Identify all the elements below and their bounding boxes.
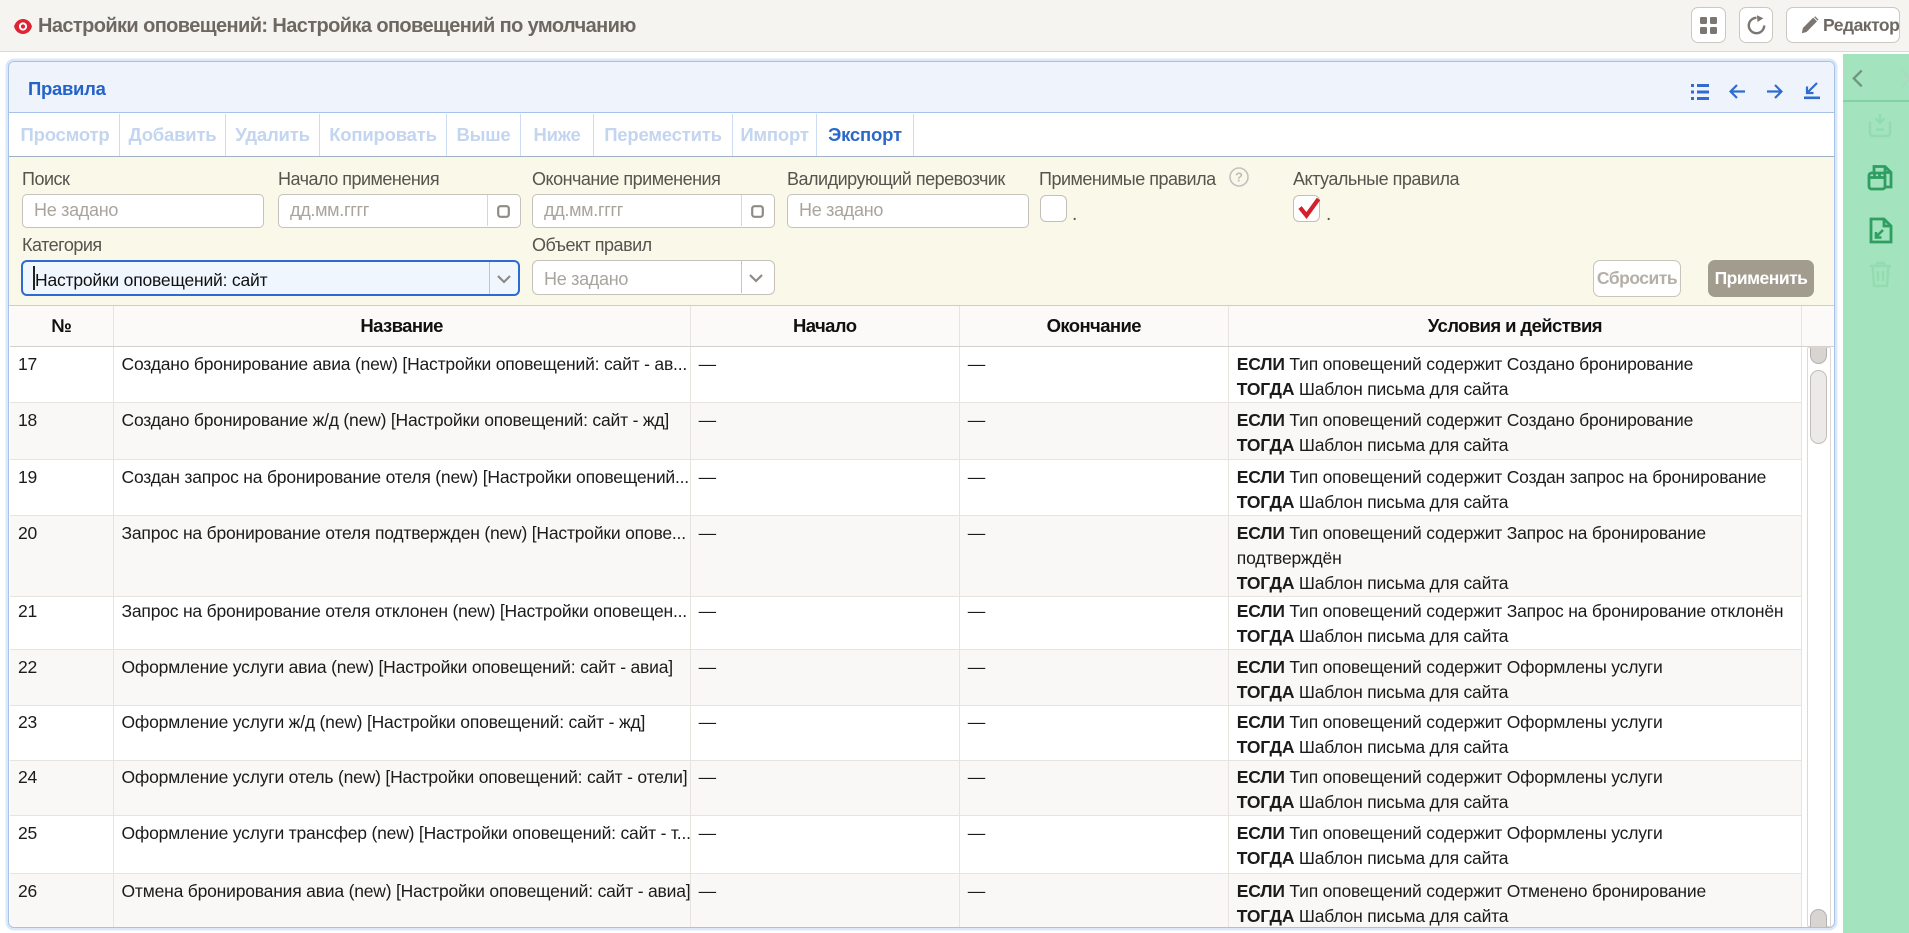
svg-text:?: ? [1235, 170, 1243, 185]
